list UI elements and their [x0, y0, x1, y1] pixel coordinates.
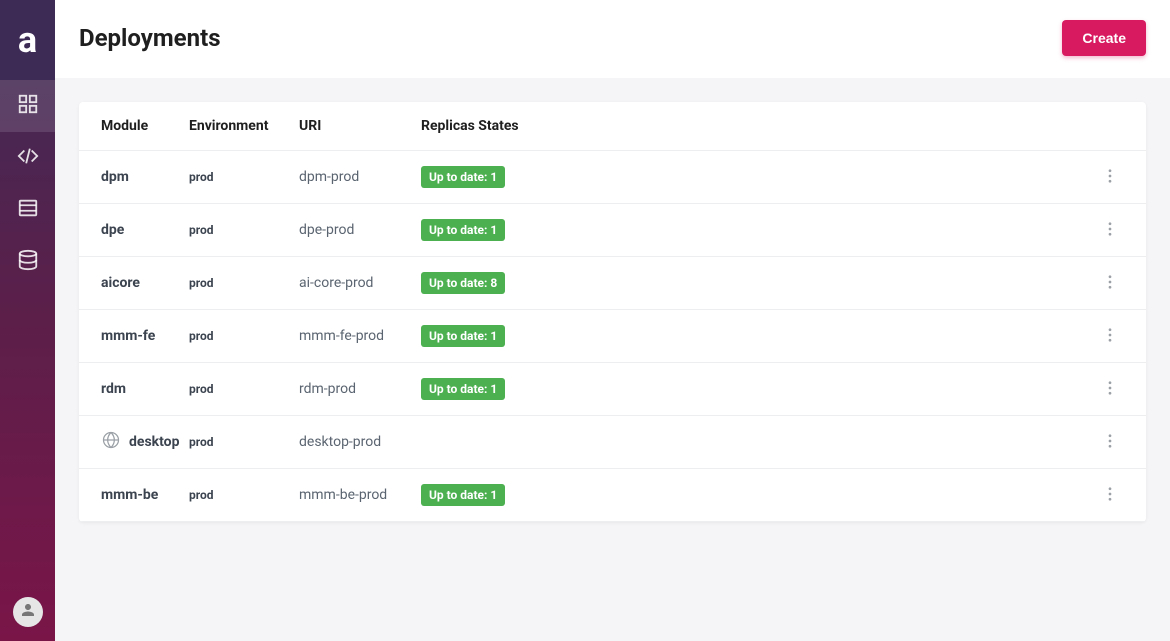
- sidebar: a: [0, 0, 55, 641]
- sidebar-nav: [0, 80, 55, 288]
- uri-text: ai-core-prod: [299, 275, 373, 291]
- row-actions-button[interactable]: [1096, 322, 1124, 350]
- page-title: Deployments: [79, 24, 221, 52]
- logo[interactable]: a: [0, 0, 55, 80]
- module-name: mmm-fe: [101, 328, 155, 344]
- env-label: prod: [189, 435, 214, 449]
- row-actions-button[interactable]: [1096, 163, 1124, 191]
- row-actions-button[interactable]: [1096, 428, 1124, 456]
- nav-database[interactable]: [0, 236, 55, 288]
- more-vertical-icon: [1101, 485, 1119, 506]
- env-label: prod: [189, 170, 214, 184]
- env-label: prod: [189, 276, 214, 290]
- th-environment: Environment: [189, 102, 299, 151]
- uri-text: mmm-be-prod: [299, 487, 387, 503]
- content: Module Environment URI Replicas States d…: [55, 78, 1170, 546]
- table-row[interactable]: aicore prod ai-core-prod Up to date: 8: [79, 257, 1146, 310]
- row-actions-button[interactable]: [1096, 216, 1124, 244]
- nav-dashboard[interactable]: [0, 80, 55, 132]
- env-label: prod: [189, 488, 214, 502]
- env-label: prod: [189, 382, 214, 396]
- nav-code[interactable]: [0, 132, 55, 184]
- table-row[interactable]: dpm prod dpm-prod Up to date: 1: [79, 151, 1146, 204]
- dashboard-icon: [17, 93, 39, 119]
- module-cell: desktop: [101, 430, 189, 454]
- th-actions: [1096, 102, 1146, 151]
- database-icon: [17, 249, 39, 275]
- module-name: dpe: [101, 222, 124, 238]
- env-label: prod: [189, 329, 214, 343]
- module-name: aicore: [101, 275, 140, 291]
- deployments-table: Module Environment URI Replicas States d…: [79, 102, 1146, 522]
- more-vertical-icon: [1101, 379, 1119, 400]
- th-replicas: Replicas States: [421, 102, 1096, 151]
- more-vertical-icon: [1101, 273, 1119, 294]
- globe-icon: [101, 430, 121, 454]
- module-cell: mmm-fe: [101, 328, 189, 344]
- row-actions-button[interactable]: [1096, 269, 1124, 297]
- more-vertical-icon: [1101, 220, 1119, 241]
- table-row[interactable]: rdm prod rdm-prod Up to date: 1: [79, 363, 1146, 416]
- table-row[interactable]: dpe prod dpe-prod Up to date: 1: [79, 204, 1146, 257]
- uri-text: rdm-prod: [299, 381, 356, 397]
- sidebar-bottom: [0, 597, 55, 641]
- module-cell: dpm: [101, 169, 189, 185]
- module-name: dpm: [101, 169, 129, 185]
- status-badge: Up to date: 1: [421, 166, 505, 188]
- user-avatar[interactable]: [13, 597, 43, 627]
- status-badge: Up to date: 1: [421, 219, 505, 241]
- module-cell: mmm-be: [101, 487, 189, 503]
- deployments-table-card: Module Environment URI Replicas States d…: [79, 102, 1146, 522]
- th-module: Module: [79, 102, 189, 151]
- th-uri: URI: [299, 102, 421, 151]
- uri-text: mmm-fe-prod: [299, 328, 384, 344]
- table-row[interactable]: mmm-be prod mmm-be-prod Up to date: 1: [79, 469, 1146, 522]
- status-badge: Up to date: 1: [421, 378, 505, 400]
- nav-stack[interactable]: [0, 184, 55, 236]
- more-vertical-icon: [1101, 326, 1119, 347]
- module-name: desktop: [129, 434, 179, 450]
- row-actions-button[interactable]: [1096, 375, 1124, 403]
- user-icon: [19, 601, 37, 623]
- module-cell: dpe: [101, 222, 189, 238]
- module-name: mmm-be: [101, 487, 158, 503]
- module-cell: aicore: [101, 275, 189, 291]
- create-button[interactable]: Create: [1062, 20, 1146, 56]
- topbar: Deployments Create: [55, 0, 1170, 78]
- status-badge: Up to date: 1: [421, 325, 505, 347]
- more-vertical-icon: [1101, 167, 1119, 188]
- module-name: rdm: [101, 381, 126, 397]
- uri-text: dpm-prod: [299, 169, 359, 185]
- table-row[interactable]: mmm-fe prod mmm-fe-prod Up to date: 1: [79, 310, 1146, 363]
- main: Deployments Create Module Environment UR…: [55, 0, 1170, 641]
- status-badge: Up to date: 8: [421, 272, 505, 294]
- status-badge: Up to date: 1: [421, 484, 505, 506]
- more-vertical-icon: [1101, 432, 1119, 453]
- uri-text: desktop-prod: [299, 434, 381, 450]
- uri-text: dpe-prod: [299, 222, 354, 238]
- table-row[interactable]: desktop prod desktop-prod: [79, 416, 1146, 469]
- table-header-row: Module Environment URI Replicas States: [79, 102, 1146, 151]
- stack-icon: [17, 197, 39, 223]
- row-actions-button[interactable]: [1096, 481, 1124, 509]
- env-label: prod: [189, 223, 214, 237]
- code-icon: [17, 145, 39, 171]
- module-cell: rdm: [101, 381, 189, 397]
